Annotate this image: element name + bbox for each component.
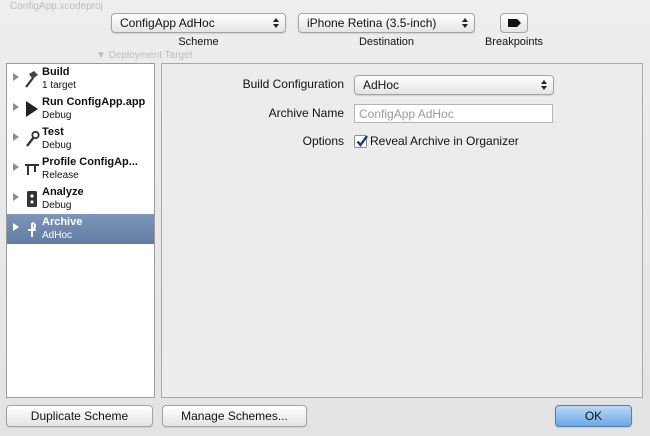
destination-popup[interactable]: iPhone Retina (3.5-inch) — [298, 13, 475, 33]
sidebar-item-sub: Debug — [42, 200, 72, 211]
sidebar-item-build[interactable]: Build 1 target — [7, 64, 154, 94]
scheme-action-list: Build 1 target Run ConfigApp.app Debug T… — [6, 63, 155, 398]
popup-arrows-icon — [541, 78, 547, 92]
disclosure-triangle-icon[interactable] — [13, 163, 19, 171]
sidebar-item-run[interactable]: Run ConfigApp.app Debug — [7, 94, 154, 124]
breakpoints-toggle-button[interactable] — [500, 13, 528, 33]
sidebar-item-profile[interactable]: Profile ConfigAp... Release — [7, 154, 154, 184]
sidebar-item-name: Build — [42, 66, 70, 78]
sidebar-item-sub: Debug — [42, 110, 72, 121]
reveal-archive-label[interactable]: Reveal Archive in Organizer — [370, 134, 519, 148]
scheme-value: ConfigApp AdHoc — [120, 16, 215, 30]
sidebar-item-sub: 1 target — [42, 80, 76, 91]
build-configuration-popup[interactable]: AdHoc — [354, 75, 554, 95]
caliper-icon — [24, 160, 40, 178]
disclosure-triangle-icon[interactable] — [13, 133, 19, 141]
sidebar-item-analyze[interactable]: Analyze Debug — [7, 184, 154, 214]
archive-name-field[interactable] — [354, 104, 553, 123]
hammer-icon — [24, 70, 40, 88]
breakpoints-label: Breakpoints — [484, 36, 544, 48]
sidebar-item-test[interactable]: Test Debug — [7, 124, 154, 154]
breakpoint-icon — [508, 19, 521, 27]
sidebar-item-name: Profile ConfigAp... — [42, 156, 138, 168]
sidebar-item-sub: AdHoc — [42, 230, 73, 241]
destination-label: Destination — [358, 36, 415, 48]
archive-settings-panel: Build Configuration AdHoc Archive Name O… — [161, 63, 643, 398]
destination-value: iPhone Retina (3.5-inch) — [307, 16, 437, 30]
disclosure-triangle-icon[interactable] — [13, 103, 19, 111]
sidebar-item-sub: Debug — [42, 140, 72, 151]
sidebar-item-archive[interactable]: Archive AdHoc — [7, 214, 154, 244]
build-configuration-value: AdHoc — [363, 78, 400, 92]
manage-schemes-button[interactable]: Manage Schemes... — [162, 405, 307, 427]
popup-arrows-icon — [273, 16, 279, 30]
disclosure-triangle-icon[interactable] — [13, 193, 19, 201]
disclosure-triangle-icon[interactable] — [13, 73, 19, 81]
sidebar-item-name: Test — [42, 126, 64, 138]
build-configuration-label: Build Configuration — [242, 77, 344, 91]
options-label: Options — [302, 134, 344, 148]
popup-arrows-icon — [462, 16, 468, 30]
archive-name-label: Archive Name — [268, 106, 344, 120]
checkmark-icon — [356, 135, 368, 147]
wrench-icon — [24, 130, 40, 148]
disclosure-triangle-icon[interactable] — [13, 223, 19, 231]
sidebar-item-sub: Release — [42, 170, 79, 181]
scheme-popup[interactable]: ConfigApp AdHoc — [111, 13, 286, 33]
sidebar-item-name: Analyze — [42, 186, 84, 198]
duplicate-scheme-button[interactable]: Duplicate Scheme — [6, 405, 153, 427]
sidebar-item-name: Archive — [42, 216, 83, 228]
deployment-target-ghost: ▼ Deployment Target — [96, 50, 193, 61]
reveal-archive-checkbox[interactable] — [354, 135, 368, 148]
sidebar-item-name: Run ConfigApp.app — [42, 96, 146, 108]
window-title-ghost: ConfigApp.xcodeproj — [10, 1, 103, 12]
ok-button[interactable]: OK — [555, 405, 632, 427]
scheme-label: Scheme — [178, 36, 219, 48]
play-icon — [24, 100, 40, 118]
analyze-icon — [24, 190, 40, 208]
archive-icon — [24, 220, 40, 238]
